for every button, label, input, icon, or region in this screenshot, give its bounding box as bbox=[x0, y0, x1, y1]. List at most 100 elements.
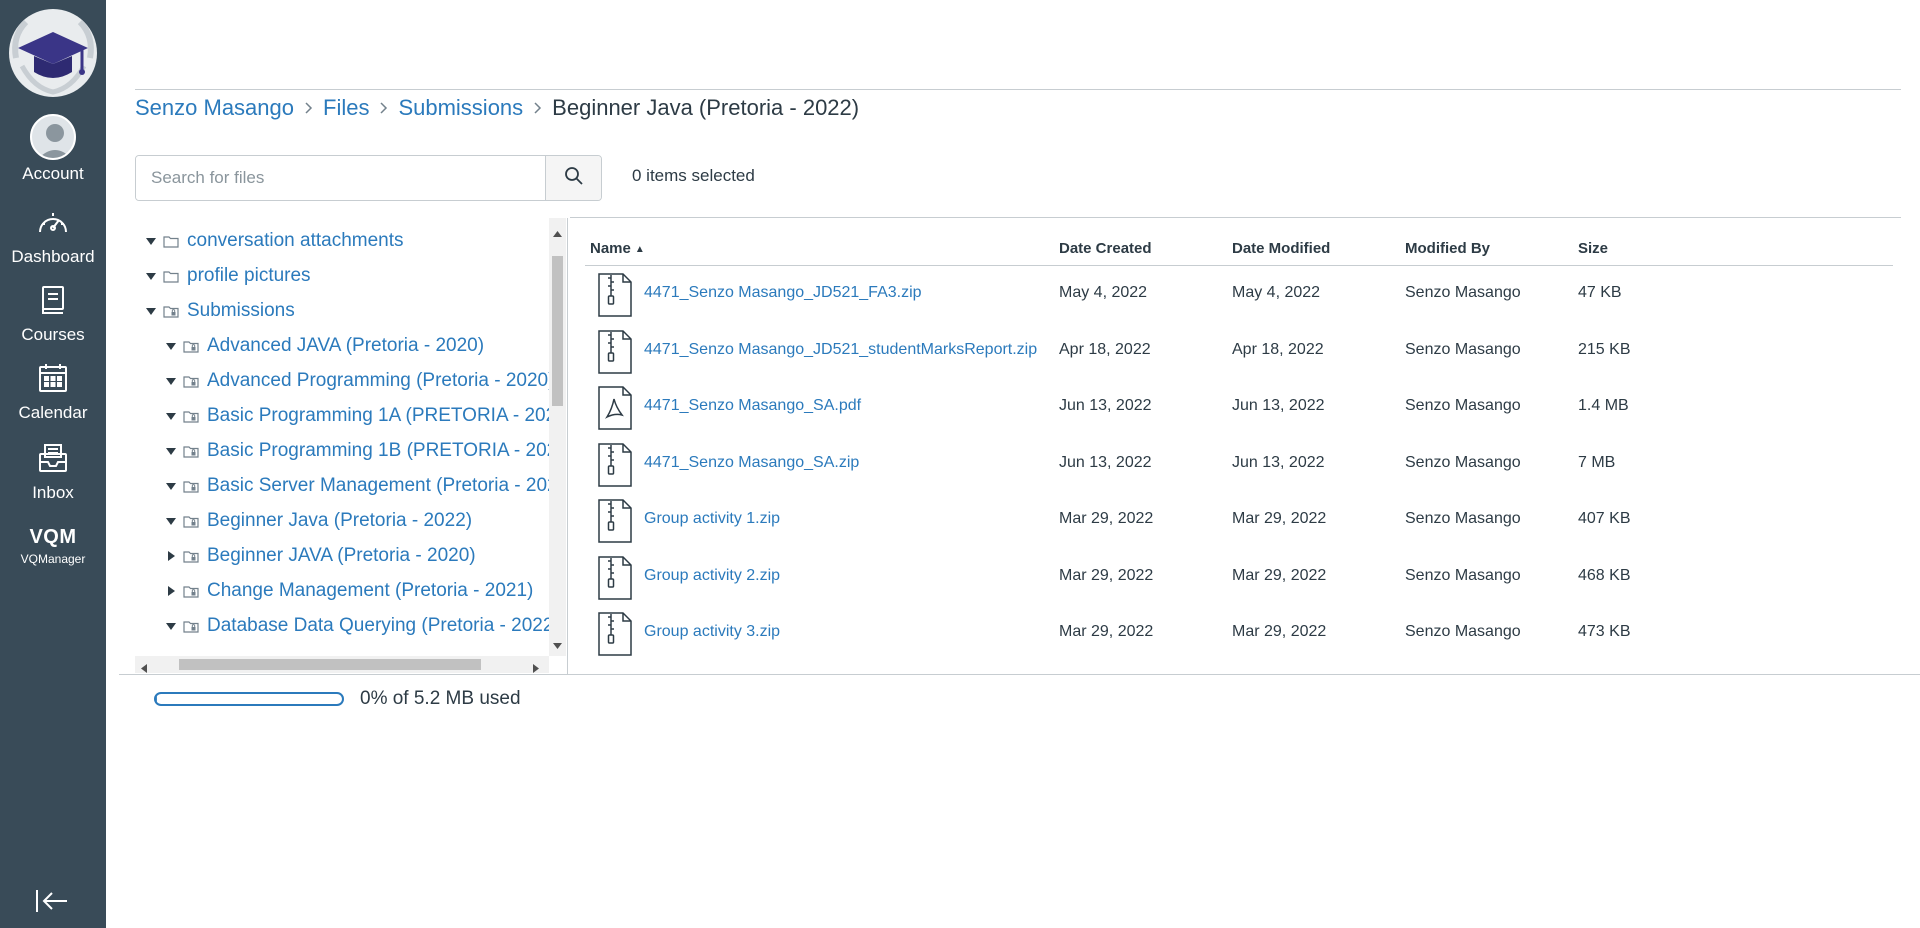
nav-account[interactable]: Account bbox=[0, 114, 106, 184]
caret-down-icon[interactable] bbox=[165, 412, 177, 420]
nav-calendar-label: Calendar bbox=[18, 403, 88, 422]
header-divider bbox=[135, 89, 1901, 90]
zip-file-icon bbox=[595, 611, 635, 662]
folder-tree-item[interactable]: conversation attachments bbox=[145, 226, 404, 256]
size-cell: 468 KB bbox=[1578, 566, 1631, 584]
vertical-scroll-thumb[interactable] bbox=[552, 256, 563, 406]
nav-courses[interactable]: Courses bbox=[0, 284, 106, 345]
inbox-icon bbox=[37, 442, 69, 479]
caret-down-icon[interactable] bbox=[165, 482, 177, 490]
file-name-link[interactable]: Group activity 3.zip bbox=[644, 623, 780, 641]
nav-dashboard-label: Dashboard bbox=[11, 247, 95, 266]
file-name-link[interactable]: 4471_Senzo Masango_JD521_studentMarksRep… bbox=[644, 341, 1037, 359]
file-row[interactable]: 4471_Senzo Masango_SA.zip Jun 13, 2022 Jun… bbox=[585, 436, 1893, 492]
folder-tree-item[interactable]: Basic Programming 1B (PRETORIA - 2021) bbox=[165, 436, 549, 466]
file-name-link[interactable]: 4471_Senzo Masango_SA.pdf bbox=[644, 397, 861, 415]
caret-right-icon[interactable] bbox=[165, 551, 177, 561]
folder-tree-item[interactable]: Advanced Programming (Pretoria - 2020) bbox=[165, 366, 549, 396]
search-input[interactable] bbox=[136, 156, 545, 200]
folder-tree-item-label: Beginner JAVA (Pretoria - 2020) bbox=[207, 545, 476, 566]
file-name-link[interactable]: Group activity 2.zip bbox=[644, 567, 780, 585]
breadcrumb: Senzo Masango Files Submissions Beginner… bbox=[135, 94, 859, 122]
column-header-date-created[interactable]: Date Created bbox=[1059, 240, 1152, 257]
file-name-link[interactable]: 4471_Senzo Masango_JD521_FA3.zip bbox=[644, 284, 922, 302]
nav-courses-label: Courses bbox=[21, 325, 85, 344]
folder-tree-item[interactable]: Basic Server Management (Pretoria - 2021… bbox=[165, 471, 549, 501]
breadcrumb-submissions[interactable]: Submissions bbox=[398, 95, 523, 121]
scroll-right-arrow-icon[interactable] bbox=[533, 660, 539, 674]
folder-tree-item[interactable]: Change Management (Pretoria - 2021) bbox=[165, 576, 533, 606]
size-cell: 7 MB bbox=[1578, 453, 1616, 471]
column-header-name[interactable]: Name ▲ bbox=[590, 240, 645, 257]
file-row[interactable]: Group activity 1.zip Mar 29, 2022 Mar 29, … bbox=[585, 492, 1893, 548]
file-row[interactable]: Group activity 2.zip Mar 29, 2022 Mar 29, … bbox=[585, 549, 1893, 605]
pdf-file-icon bbox=[595, 385, 635, 436]
modified-by-cell: Senzo Masango bbox=[1405, 510, 1521, 527]
caret-down-icon[interactable] bbox=[145, 237, 157, 245]
column-header-size[interactable]: Size bbox=[1578, 240, 1608, 257]
modified-by-cell: Senzo Masango bbox=[1405, 397, 1521, 414]
caret-down-icon[interactable] bbox=[165, 517, 177, 525]
chevron-right-icon bbox=[533, 101, 542, 115]
search-button[interactable] bbox=[545, 156, 601, 200]
zip-file-icon bbox=[595, 329, 635, 380]
file-row[interactable]: 4471_Senzo Masango_SA.pdf Jun 13, 2022 Jun… bbox=[585, 379, 1893, 435]
locked-folder-icon bbox=[183, 410, 199, 423]
scroll-up-arrow-icon[interactable] bbox=[553, 224, 562, 242]
caret-down-icon[interactable] bbox=[165, 342, 177, 350]
file-row[interactable]: 4471_Senzo Masango_JD521_studentMarksRep… bbox=[585, 323, 1893, 379]
locked-folder-icon bbox=[183, 375, 199, 388]
institution-logo[interactable] bbox=[6, 6, 100, 100]
folder-tree-item[interactable]: Database Data Querying (Pretoria - 2022) bbox=[165, 611, 549, 641]
nav-vqmanager[interactable]: VQM VQManager bbox=[0, 526, 106, 566]
scroll-left-arrow-icon[interactable] bbox=[141, 660, 147, 674]
folder-tree-item-label: Basic Server Management (Pretoria - 2021… bbox=[207, 475, 549, 496]
date-modified-cell: May 4, 2022 bbox=[1232, 284, 1321, 301]
folder-tree-item[interactable]: Beginner JAVA (Pretoria - 2020) bbox=[165, 541, 476, 571]
date-modified-cell: Mar 29, 2022 bbox=[1232, 623, 1327, 640]
folder-tree-item[interactable]: Submissions bbox=[145, 296, 295, 326]
caret-down-icon[interactable] bbox=[145, 272, 157, 280]
calendar-icon bbox=[37, 362, 69, 399]
folder-tree-item[interactable]: Advanced JAVA (Pretoria - 2020) bbox=[165, 331, 484, 361]
folder-tree-item[interactable]: Beginner Java (Pretoria - 2022) bbox=[165, 506, 472, 536]
size-cell: 473 KB bbox=[1578, 623, 1631, 640]
column-header-modified-by[interactable]: Modified By bbox=[1405, 240, 1490, 257]
date-created-cell: May 4, 2022 bbox=[1059, 284, 1148, 301]
column-header-date-modified[interactable]: Date Modified bbox=[1232, 240, 1330, 257]
nav-calendar[interactable]: Calendar bbox=[0, 362, 106, 423]
storage-quota-bar bbox=[154, 692, 344, 706]
modified-by-cell: Senzo Masango bbox=[1405, 566, 1521, 584]
folder-tree-vertical-scrollbar[interactable] bbox=[549, 218, 566, 656]
folder-tree-item-label: Basic Programming 1A (PRETORIA - 2021) bbox=[207, 405, 549, 426]
folder-tree-item-label: Submissions bbox=[187, 300, 295, 321]
caret-right-icon[interactable] bbox=[165, 586, 177, 596]
nav-inbox[interactable]: Inbox bbox=[0, 442, 106, 503]
folder-tree-item[interactable]: Basic Programming 1A (PRETORIA - 2021) bbox=[165, 401, 549, 431]
locked-folder-icon bbox=[183, 585, 199, 598]
caret-down-icon[interactable] bbox=[165, 447, 177, 455]
size-cell: 215 KB bbox=[1578, 340, 1631, 358]
folder-tree-item-label: Basic Programming 1B (PRETORIA - 2021) bbox=[207, 440, 549, 461]
scroll-down-arrow-icon[interactable] bbox=[553, 636, 562, 654]
file-name-link[interactable]: Group activity 1.zip bbox=[644, 510, 780, 528]
collapse-nav-icon bbox=[34, 890, 70, 920]
file-row[interactable]: 4471_Senzo Masango_JD521_FA3.zip May 4, 2… bbox=[585, 266, 1893, 322]
caret-down-icon[interactable] bbox=[165, 377, 177, 385]
folder-tree-horizontal-scrollbar[interactable] bbox=[135, 656, 549, 673]
nav-dashboard[interactable]: Dashboard bbox=[0, 208, 106, 267]
horizontal-scroll-thumb[interactable] bbox=[179, 659, 481, 670]
zip-file-icon bbox=[595, 272, 635, 323]
caret-down-icon[interactable] bbox=[145, 307, 157, 315]
breadcrumb-files[interactable]: Files bbox=[323, 95, 369, 121]
folder-tree-item[interactable]: profile pictures bbox=[145, 261, 311, 291]
breadcrumb-user[interactable]: Senzo Masango bbox=[135, 95, 294, 121]
collapse-nav-button[interactable] bbox=[34, 886, 70, 921]
file-row[interactable]: Group activity 3.zip Mar 29, 2022 Mar 29, … bbox=[585, 605, 1893, 661]
selection-count: 0 items selected bbox=[632, 166, 755, 185]
folder-tree-item-label: Change Management (Pretoria - 2021) bbox=[207, 580, 534, 601]
folder-icon bbox=[163, 270, 179, 283]
caret-down-icon[interactable] bbox=[165, 622, 177, 630]
courses-book-icon bbox=[38, 284, 68, 321]
file-name-link[interactable]: 4471_Senzo Masango_SA.zip bbox=[644, 454, 859, 472]
